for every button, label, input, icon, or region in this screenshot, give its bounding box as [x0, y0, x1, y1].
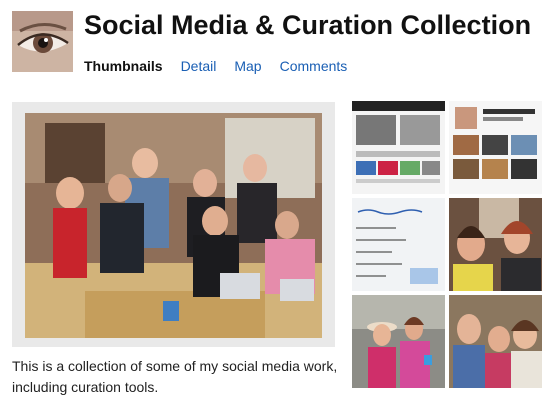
tab-detail[interactable]: Detail [181, 58, 217, 76]
thumbnail-website-2[interactable] [449, 101, 542, 194]
collection-description: This is a collection of some of my socia… [12, 358, 338, 395]
tab-thumbnails[interactable]: Thumbnails [84, 58, 163, 76]
thumbnail-people-1[interactable] [449, 198, 542, 291]
avatar[interactable] [12, 11, 73, 72]
thumbnail-whiteboard[interactable] [352, 198, 445, 291]
tab-bar: Thumbnails Detail Map Comments [84, 58, 365, 76]
thumbnail-people-2[interactable] [352, 295, 445, 388]
main-photo-frame [12, 102, 335, 347]
page-title: Social Media & Curation Collection [84, 10, 532, 40]
tab-comments[interactable]: Comments [280, 58, 348, 76]
tab-map[interactable]: Map [234, 58, 261, 76]
thumbnail-website-1[interactable] [352, 101, 445, 194]
thumbnail-people-3[interactable] [449, 295, 542, 388]
main-photo[interactable] [25, 113, 322, 338]
